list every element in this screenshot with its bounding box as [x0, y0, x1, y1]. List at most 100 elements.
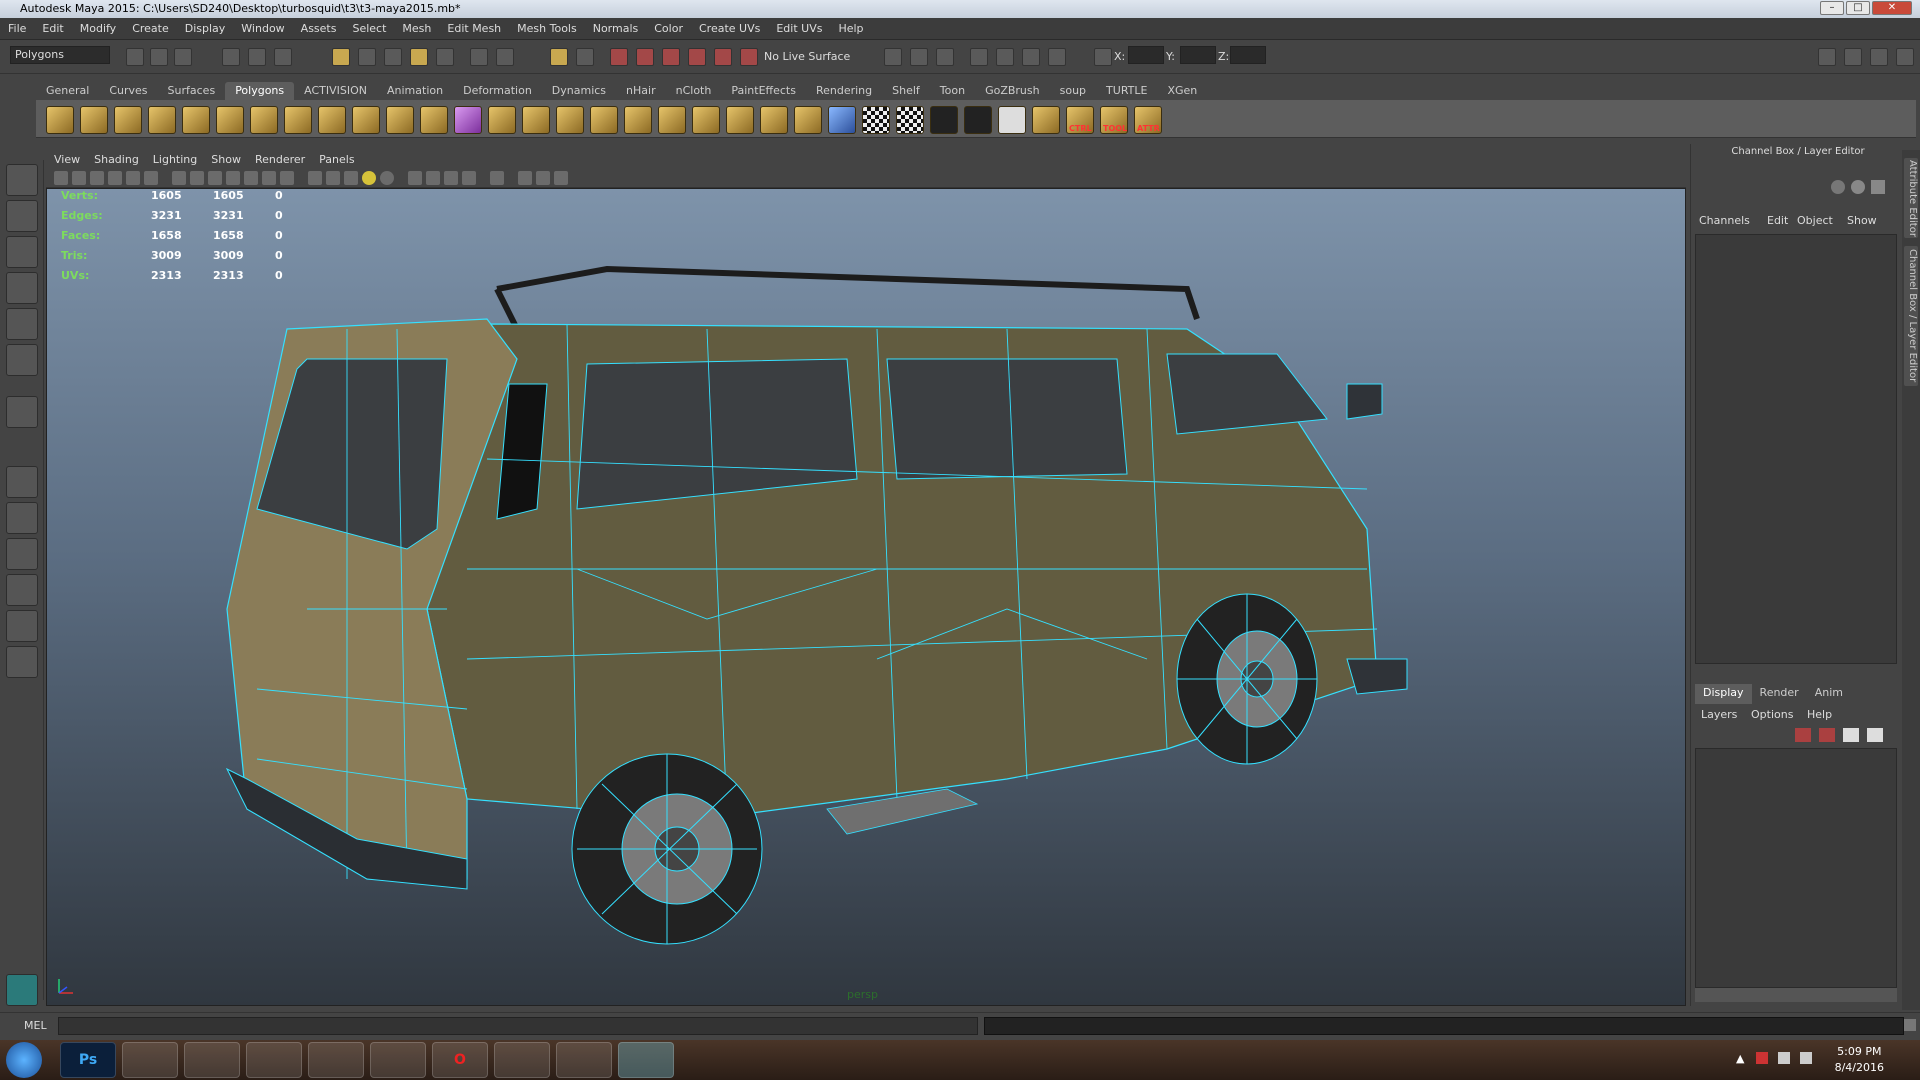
layer-up-icon[interactable]	[1843, 728, 1859, 742]
smooth-shade-icon[interactable]	[190, 171, 204, 185]
layout-3-icon[interactable]	[6, 574, 38, 606]
shelf-tab-dynamics[interactable]: Dynamics	[542, 82, 616, 100]
menu-mesh[interactable]: Mesh	[402, 22, 431, 35]
help-question-icon[interactable]	[496, 48, 514, 66]
shelf-tab-deformation[interactable]: Deformation	[453, 82, 542, 100]
panel-menu-lighting[interactable]: Lighting	[153, 153, 197, 166]
menu-display[interactable]: Display	[185, 22, 226, 35]
channels-menu[interactable]: Channels	[1699, 214, 1750, 227]
snap-view-icon[interactable]	[410, 48, 428, 66]
rotate-tool-icon[interactable]	[6, 308, 38, 340]
shelf-tab-surfaces[interactable]: Surfaces	[158, 82, 226, 100]
tab-display[interactable]: Display	[1695, 684, 1752, 704]
textured-icon[interactable]	[226, 171, 240, 185]
paint-select-icon[interactable]	[6, 236, 38, 268]
taskbar-file-explorer[interactable]	[246, 1042, 302, 1078]
select-component-icon[interactable]	[274, 48, 292, 66]
taskbar-photoshop[interactable]: Ps	[60, 1042, 116, 1078]
separate-icon[interactable]	[386, 106, 414, 134]
poly-pipe-icon[interactable]	[284, 106, 312, 134]
transform-icon[interactable]	[1048, 48, 1066, 66]
bridge-icon[interactable]	[522, 106, 550, 134]
extrude-icon[interactable]	[488, 106, 516, 134]
open-scene-icon[interactable]	[150, 48, 168, 66]
ambient-occlusion-icon[interactable]	[380, 171, 394, 185]
select-hierarchy-icon[interactable]	[222, 48, 240, 66]
edit-menu[interactable]: Edit	[1767, 214, 1788, 227]
snap-grid-icon[interactable]	[332, 48, 350, 66]
poly-cone-icon[interactable]	[148, 106, 176, 134]
menu-help[interactable]: Help	[838, 22, 863, 35]
tray-flag-icon[interactable]	[1756, 1052, 1768, 1064]
select-object-icon[interactable]	[248, 48, 266, 66]
move-tool-icon[interactable]	[6, 272, 38, 304]
lights-icon[interactable]	[244, 171, 258, 185]
poly-pyramid-icon[interactable]	[250, 106, 278, 134]
taskbar-paint[interactable]	[122, 1042, 178, 1078]
snap-live-icon[interactable]	[436, 48, 454, 66]
taskbar-media-player[interactable]	[308, 1042, 364, 1078]
planar-mapping-icon[interactable]	[794, 106, 822, 134]
smooth-icon[interactable]	[420, 106, 448, 134]
toggle-icon[interactable]	[1851, 180, 1865, 194]
tray-volume-icon[interactable]	[1800, 1052, 1812, 1064]
antialias-icon[interactable]	[426, 171, 440, 185]
panel-menu-panels[interactable]: Panels	[319, 153, 354, 166]
layout-5-icon[interactable]	[6, 646, 38, 678]
layer-scrollbar[interactable]	[1695, 988, 1897, 1002]
uv-editor-icon[interactable]	[828, 106, 856, 134]
render-current-icon[interactable]	[610, 48, 628, 66]
menu-mesh-tools[interactable]: Mesh Tools	[517, 22, 577, 35]
shelf-tab-painteffects[interactable]: PaintEffects	[721, 82, 806, 100]
tool-button[interactable]: TOOL	[1100, 106, 1128, 134]
shadows-icon[interactable]	[262, 171, 276, 185]
mel-label[interactable]: MEL	[24, 1019, 47, 1032]
poly-plane-icon[interactable]	[182, 106, 210, 134]
hypershade-icon[interactable]	[688, 48, 706, 66]
safe-action-icon[interactable]	[536, 171, 550, 185]
menu-edit-mesh[interactable]: Edit Mesh	[447, 22, 501, 35]
film-gate-icon[interactable]	[144, 171, 158, 185]
uv-layout-icon[interactable]	[930, 106, 958, 134]
append-icon[interactable]	[556, 106, 584, 134]
tray-clock[interactable]: 5:09 PM 8/4/2016	[1835, 1044, 1884, 1076]
menuset-dropdown[interactable]: Polygons	[10, 46, 110, 64]
minimize-button[interactable]: –	[1820, 1, 1844, 15]
panel-menu-show[interactable]: Show	[211, 153, 241, 166]
panel-menu-shading[interactable]: Shading	[94, 153, 139, 166]
new-layer-selected-icon[interactable]	[1819, 728, 1835, 742]
taskbar-opera[interactable]: O	[432, 1042, 488, 1078]
menu-select[interactable]: Select	[352, 22, 386, 35]
wireframe-on-shaded-icon[interactable]	[208, 171, 222, 185]
channel-list[interactable]	[1695, 234, 1897, 664]
snap-point-icon[interactable]	[384, 48, 402, 66]
new-layer-icon[interactable]	[1795, 728, 1811, 742]
toggle-panel-2-icon[interactable]	[910, 48, 928, 66]
lock-icon[interactable]	[550, 48, 568, 66]
delete-edge-icon[interactable]	[760, 106, 788, 134]
select-tool-icon[interactable]	[6, 164, 38, 196]
shelf-tab-curves[interactable]: Curves	[99, 82, 157, 100]
shelf-tab-nhair[interactable]: nHair	[616, 82, 666, 100]
panel-menu-view[interactable]: View	[54, 153, 80, 166]
shelf-tab-ncloth[interactable]: nCloth	[666, 82, 722, 100]
insert-edge-loop-icon[interactable]	[624, 106, 652, 134]
help-menu[interactable]: Help	[1807, 708, 1832, 721]
layout-4-icon[interactable]	[6, 610, 38, 642]
taskbar-winamp[interactable]	[370, 1042, 426, 1078]
attribute-editor-tab[interactable]: Attribute Editor	[1904, 158, 1918, 238]
layout-2-icon[interactable]	[6, 538, 38, 570]
layer-list[interactable]	[1695, 748, 1897, 988]
panel-menu-renderer[interactable]: Renderer	[255, 153, 305, 166]
mirror-icon[interactable]	[454, 106, 482, 134]
poly-soccer-ball-icon[interactable]	[318, 106, 346, 134]
camera-attr-icon[interactable]	[72, 171, 86, 185]
y-field[interactable]	[1180, 46, 1216, 64]
render-view-icon[interactable]	[714, 48, 732, 66]
outliner-icon[interactable]	[970, 48, 988, 66]
shelf-tab-rendering[interactable]: Rendering	[806, 82, 882, 100]
hud-toggle-icon[interactable]	[518, 171, 532, 185]
default-light-icon[interactable]	[362, 171, 376, 185]
single-view-icon[interactable]	[6, 466, 38, 498]
last-tool-icon[interactable]	[6, 396, 38, 428]
